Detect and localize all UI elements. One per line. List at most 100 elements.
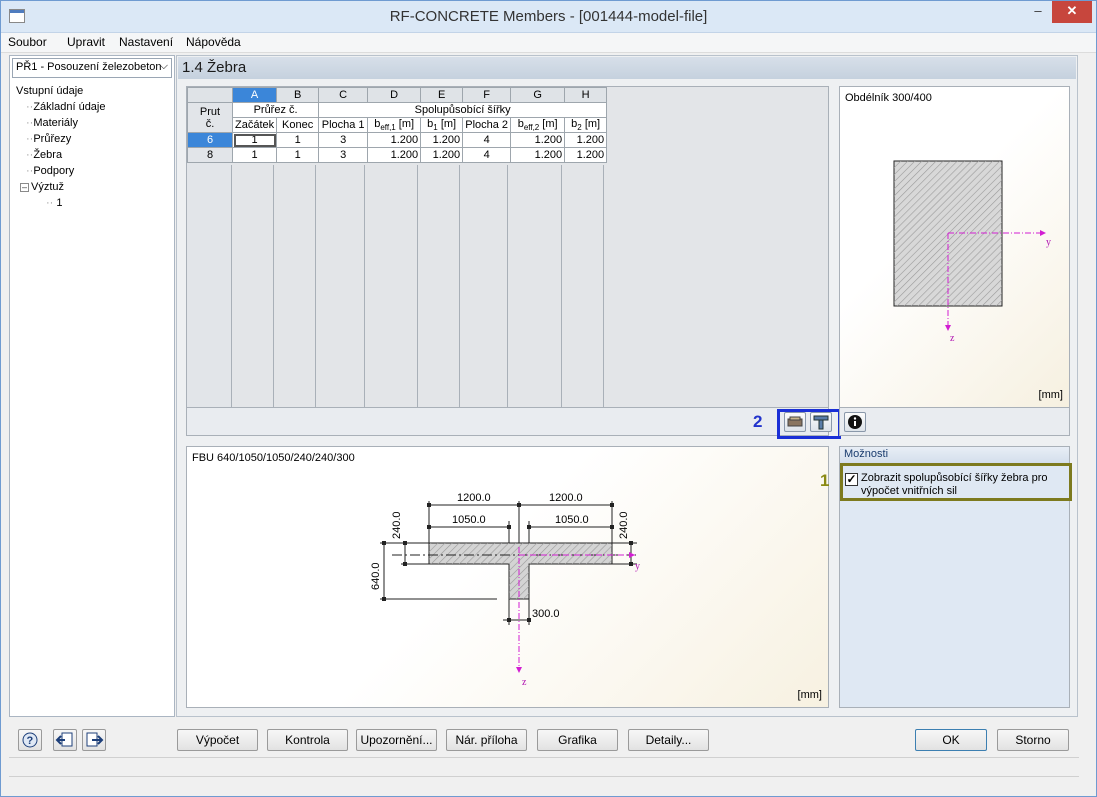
- col-label-plocha2: Plocha 2: [462, 116, 512, 134]
- options-header: Možnosti: [840, 447, 1069, 463]
- case-dropdown[interactable]: PŘ1 - Posouzení železobeton ⌵: [12, 58, 172, 78]
- cell-plocha1[interactable]: 3: [318, 132, 369, 149]
- col-label-b2-unit: [m]: [584, 118, 601, 130]
- cell-b1[interactable]: 1.200: [420, 132, 464, 149]
- col-label-beff1: beff,1 [m]: [367, 116, 422, 134]
- options-panel: Možnosti ✓ Zobrazit spolupůsobící šířky …: [839, 446, 1072, 708]
- menu-upravit[interactable]: Upravit: [67, 35, 105, 49]
- group-header-spolupusobici: Spolupůsobící šířky: [318, 102, 608, 118]
- ok-button[interactable]: OK: [915, 729, 987, 751]
- cell-plocha1[interactable]: 3: [318, 147, 369, 164]
- col-header-g[interactable]: G: [510, 87, 566, 103]
- tree-root[interactable]: Vstupní údaje: [16, 83, 106, 99]
- cell-beff2[interactable]: 1.200: [510, 147, 566, 164]
- dim-beff2: 1200.0: [549, 492, 583, 504]
- window-title: RF-CONCRETE Members - [001444-model-file…: [389, 8, 708, 25]
- details-button[interactable]: Detaily...: [628, 729, 709, 751]
- title-bar[interactable]: RF-CONCRETE Members - [001444-model-file…: [1, 1, 1096, 33]
- cell-konec[interactable]: 1: [276, 147, 320, 164]
- tree-item-podpory[interactable]: ··Podpory: [16, 163, 106, 179]
- dim-h: 640.0: [370, 562, 382, 590]
- col-label-b1-sub: 1: [433, 123, 438, 133]
- tree-item-label: Žebra: [33, 149, 63, 161]
- col-label-b2-sub: 2: [577, 123, 582, 133]
- cell-beff1[interactable]: 1.200: [367, 147, 422, 164]
- dim-beff1: 1200.0: [457, 492, 491, 504]
- graphics-button[interactable]: Grafika: [537, 729, 618, 751]
- dim-hf-right: 240.0: [618, 511, 630, 539]
- rectangle-section-drawing: y z: [893, 160, 1051, 344]
- tree-item-materialy[interactable]: ··Materiály: [16, 115, 106, 131]
- svg-text:?: ?: [27, 735, 34, 747]
- col-label-beff1-unit: [m]: [398, 118, 415, 130]
- menu-soubor[interactable]: Soubor: [8, 35, 47, 49]
- col-label-b1-unit: [m]: [440, 118, 457, 130]
- col-header-f[interactable]: F: [462, 87, 512, 103]
- dim-b2: 1050.0: [555, 514, 589, 526]
- navigator-tree: Vstupní údaje ··Základní údaje ··Materiá…: [16, 83, 106, 211]
- show-effective-widths-checkbox[interactable]: ✓: [845, 473, 858, 486]
- tbeam-section-button[interactable]: [810, 412, 832, 432]
- col-label-b2: b2 [m]: [564, 116, 608, 134]
- col-header-e[interactable]: E: [420, 87, 464, 103]
- axis-y-label: y: [1046, 237, 1051, 248]
- cancel-button[interactable]: Storno: [997, 729, 1069, 751]
- tree-item-label: 1: [56, 197, 63, 209]
- cell-plocha2[interactable]: 4: [462, 147, 512, 164]
- bottom-toolbar: ? Výpočet Kontrola Upozornění... Nár. př…: [9, 719, 1079, 757]
- col-header-h[interactable]: H: [564, 87, 608, 103]
- cell-beff2[interactable]: 1.200: [510, 132, 566, 149]
- col-header-b[interactable]: B: [276, 87, 320, 103]
- tbeam-unit-label: [mm]: [797, 689, 822, 701]
- help-button[interactable]: ?: [18, 729, 42, 751]
- tree-item-vyztuz-1[interactable]: ·· 1: [16, 195, 106, 211]
- show-effective-widths-label[interactable]: Zobrazit spolupůsobící šířky žebra pro v…: [861, 472, 1061, 498]
- navigator-panel: PŘ1 - Posouzení železobeton ⌵ Vstupní úd…: [9, 55, 175, 717]
- status-bar: [9, 757, 1079, 777]
- check-button[interactable]: Kontrola: [267, 729, 348, 751]
- table-row[interactable]: 6 1 1 3 1.200 1.200 4 1.200 1.200: [187, 132, 608, 149]
- cell-b2[interactable]: 1.200: [564, 147, 608, 164]
- cell-zacatek[interactable]: 1: [231, 132, 278, 149]
- minimize-button[interactable]: –: [1024, 1, 1052, 23]
- calculate-button[interactable]: Výpočet: [177, 729, 258, 751]
- edit-section-button[interactable]: [784, 412, 806, 432]
- export-button[interactable]: [82, 729, 106, 751]
- col-header-a[interactable]: A: [231, 87, 278, 103]
- collapse-icon[interactable]: –: [20, 182, 29, 192]
- table-row[interactable]: 8 1 1 3 1.200 1.200 4 1.200 1.200: [187, 147, 608, 164]
- cell-beff1[interactable]: 1.200: [367, 132, 422, 149]
- tbeam-preview: FBU 640/1050/1050/240/240/300 y z 1200.0…: [186, 446, 829, 708]
- national-annex-button[interactable]: Nár. příloha: [446, 729, 527, 751]
- ribs-table: A B C D E F G H Prut č. Průřez č. Spolupů…: [187, 87, 608, 164]
- tree-item-zebra[interactable]: ··Žebra: [16, 147, 106, 163]
- tree-item-prurezy[interactable]: ··Průřezy: [16, 131, 106, 147]
- warnings-button[interactable]: Upozornění...: [356, 729, 437, 751]
- row-header[interactable]: 6: [187, 132, 233, 149]
- tree-item-zakladni-udaje[interactable]: ··Základní údaje: [16, 99, 106, 115]
- cell-konec[interactable]: 1: [276, 132, 320, 149]
- help-icon: ?: [22, 732, 38, 748]
- preview-toolbar: [839, 408, 1070, 436]
- dim-bw: 300.0: [532, 608, 560, 620]
- cell-b1[interactable]: 1.200: [420, 147, 464, 164]
- info-icon: [848, 415, 862, 429]
- col-header-d[interactable]: D: [367, 87, 422, 103]
- col-header-c[interactable]: C: [318, 87, 369, 103]
- export-icon: [86, 732, 104, 747]
- main-panel: 1.4 Žebra A B C D E F G H Prut č. Průřez…: [176, 55, 1078, 717]
- cell-b2[interactable]: 1.200: [564, 132, 608, 149]
- row-header[interactable]: 8: [187, 147, 233, 164]
- menu-napoveda[interactable]: Nápověda: [186, 35, 241, 49]
- cell-plocha2[interactable]: 4: [462, 132, 512, 149]
- ribs-table-area[interactable]: A B C D E F G H Prut č. Průřez č. Spolupů…: [186, 86, 829, 408]
- col-label-beff1-sub: eff,1: [380, 123, 396, 133]
- col-label-zacatek: Začátek: [231, 116, 278, 134]
- tree-item-vyztuz[interactable]: – Výztuž: [16, 179, 106, 195]
- info-button[interactable]: [844, 412, 866, 432]
- menu-nastaveni[interactable]: Nastavení: [119, 35, 173, 49]
- import-icon: [55, 732, 73, 747]
- import-button[interactable]: [53, 729, 77, 751]
- cell-zacatek[interactable]: 1: [231, 147, 278, 164]
- close-button[interactable]: ✕: [1052, 1, 1092, 23]
